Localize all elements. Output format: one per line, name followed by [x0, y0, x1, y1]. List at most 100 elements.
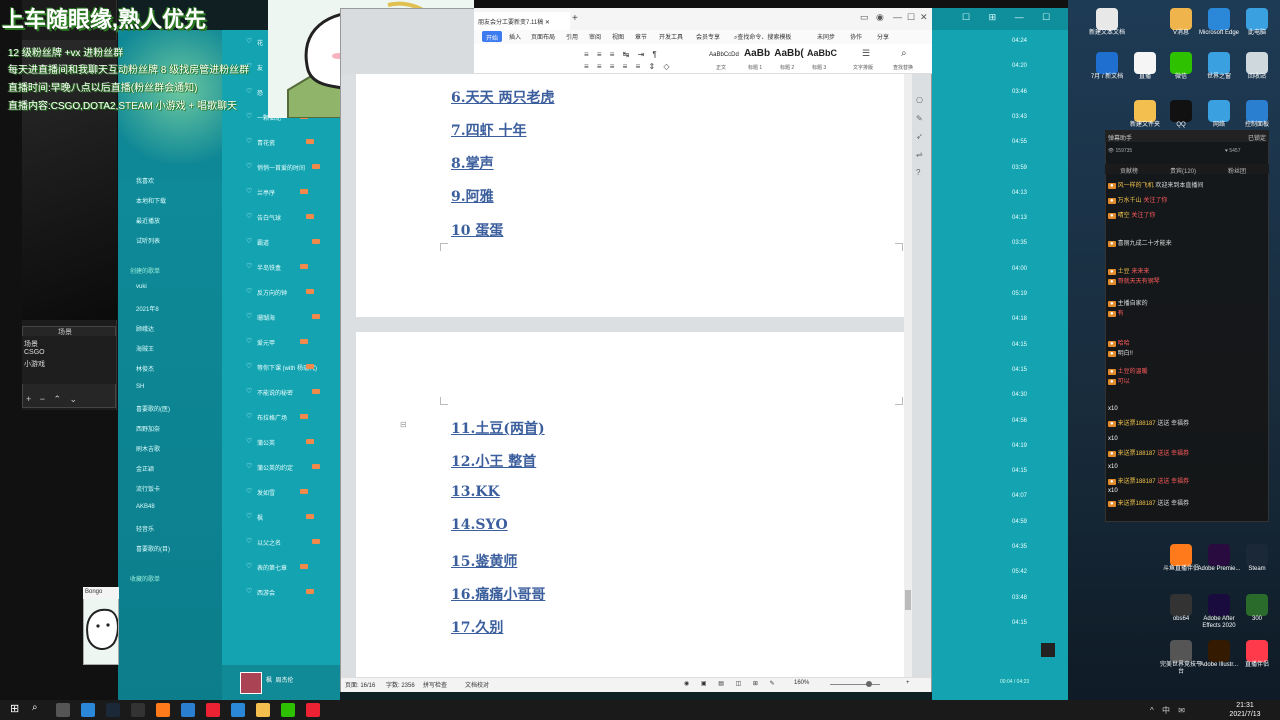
document-text-line[interactable]: 15.鉴黄师 — [451, 551, 517, 571]
document-text-line[interactable]: 13.KK — [451, 484, 500, 500]
music-nav-item[interactable]: 流行饭卡 — [136, 484, 160, 493]
music-nav-item[interactable]: SH — [136, 384, 144, 390]
view-mode-icons[interactable]: ◉ ▣ ▤ ◫ ⊞ ✎ — [684, 680, 780, 687]
mini-window-title[interactable]: Bongo — [83, 587, 119, 599]
taskbar-app-icon[interactable] — [256, 703, 270, 717]
document-text-line[interactable]: 8.掌声 — [451, 153, 494, 173]
list-format-icons[interactable]: ≡ ≡ ≡ ↹ ⇥ ¶ — [584, 50, 660, 59]
align-icons[interactable]: ≡ ≡ ≡ ≡ ≡ ⇕ ◇ — [584, 62, 673, 71]
heart-icon[interactable]: ♡ — [246, 187, 252, 195]
document-text-line[interactable]: 12.小王 整首 — [451, 451, 536, 471]
album-cover[interactable] — [240, 672, 262, 694]
song-title[interactable]: 兰亭序 — [257, 188, 275, 197]
desktop-icon[interactable]: 回收站 — [1235, 52, 1279, 81]
chat-message[interactable]: ● 来送票188187 送送 幸福券 — [1108, 476, 1189, 485]
start-icon[interactable]: ⊞ — [10, 702, 19, 715]
heart-icon[interactable]: ♡ — [246, 462, 252, 470]
sidebar-tool-icon[interactable]: ⎔ — [916, 96, 923, 105]
music-nav-item[interactable]: 本地和下载 — [136, 196, 166, 205]
tab-fan-club[interactable]: 粉丝团 — [1228, 166, 1246, 175]
obs-scene-item[interactable]: 场景 — [24, 339, 38, 349]
text-layout-button[interactable]: 文字排版 — [853, 64, 873, 71]
music-nav-item[interactable]: 收藏的歌单 — [130, 574, 160, 583]
paragraph-handle-icon[interactable]: ⊟ — [400, 420, 407, 429]
menu-tab-review[interactable]: 审阅 — [589, 32, 601, 41]
song-title[interactable]: 花 — [257, 38, 263, 47]
chat-username[interactable]: 来送票188187 — [1118, 501, 1156, 507]
taskbar-app-icon[interactable] — [106, 703, 120, 717]
search-icon[interactable]: ⌕ — [32, 702, 38, 713]
menu-tab-section[interactable]: 章节 — [635, 32, 647, 41]
collaborate-button[interactable]: 协作 — [850, 32, 862, 41]
music-nav-item[interactable]: 轻音乐 — [136, 524, 154, 533]
heart-icon[interactable]: ♡ — [246, 512, 252, 520]
menu-tab-layout[interactable]: 页面布局 — [531, 32, 555, 41]
close-tab-icon[interactable]: ✕ — [545, 20, 550, 26]
chat-username[interactable]: 晴空 — [1118, 213, 1130, 219]
chat-username[interactable]: 土豆 — [1118, 269, 1130, 275]
menu-tab-insert[interactable]: 插入 — [509, 32, 521, 41]
system-tray[interactable]: ^ 中 ✉ — [1150, 705, 1188, 716]
chat-message[interactable]: ● 风一样的飞机 欢迎来到本直播间 — [1108, 180, 1203, 189]
sync-status[interactable]: 未同步 — [817, 32, 835, 41]
song-title[interactable]: 恐 — [257, 88, 263, 97]
chat-message[interactable]: ● 哈哈 — [1108, 338, 1130, 347]
heart-icon[interactable]: ♡ — [246, 537, 252, 545]
edit-tool-icon[interactable]: ✎ — [916, 114, 923, 123]
taskbar-app-icon[interactable] — [156, 703, 170, 717]
chat-message[interactable]: ● 来送票188187 送送 幸福券 — [1108, 498, 1189, 507]
taskbar-app-icon[interactable] — [306, 703, 320, 717]
desktop-icon[interactable]: 新建文本文档 — [1085, 8, 1129, 37]
song-title[interactable]: 半岛铁盒 — [257, 263, 281, 272]
heart-icon[interactable]: ♡ — [246, 337, 252, 345]
proofread-button[interactable]: 文档校对 — [465, 680, 489, 689]
heart-icon[interactable]: ♡ — [246, 137, 252, 145]
heart-icon[interactable]: ♡ — [246, 37, 252, 45]
heart-icon[interactable]: ♡ — [246, 87, 252, 95]
song-title[interactable]: 友 — [257, 63, 263, 72]
song-title[interactable]: 不能说的秘密 — [257, 388, 293, 397]
document-text-line[interactable]: 17.久别 — [451, 617, 503, 637]
document-text-line[interactable]: 9.阿雅 — [451, 186, 494, 206]
chat-message[interactable]: ● 来送票188187 送送 幸福券 — [1108, 418, 1189, 427]
heart-icon[interactable]: ♡ — [246, 162, 252, 170]
chat-username[interactable]: 万水千山 — [1118, 198, 1142, 204]
music-nav-item[interactable]: 林俊杰 — [136, 364, 154, 373]
spell-check-button[interactable]: 拼写检查 — [423, 680, 447, 689]
music-nav-item[interactable]: 喜要歌的(医) — [136, 404, 170, 413]
obs-scene-item[interactable]: CSGO — [24, 349, 45, 356]
tab-vip[interactable]: 贵宾(120) — [1170, 166, 1196, 175]
music-nav-item[interactable]: 试听列表 — [136, 236, 160, 245]
heart-icon[interactable]: ♡ — [246, 387, 252, 395]
chat-message[interactable]: ● 喜丽九成二十才能来 — [1108, 238, 1172, 247]
zoom-in-icon[interactable]: + — [906, 680, 910, 686]
music-nav-item[interactable]: 刷木吉歌 — [136, 444, 160, 453]
command-search[interactable]: ⌕查找命令、搜索模板 — [734, 32, 791, 42]
music-nav-item[interactable]: 创建的歌单 — [130, 266, 160, 275]
desktop-icon[interactable]: 此电脑 — [1235, 8, 1279, 37]
new-tab-icon[interactable]: + — [572, 13, 578, 24]
song-title[interactable]: 表的第七章 — [257, 563, 287, 572]
desktop-icon[interactable]: Steam — [1235, 544, 1279, 573]
document-text-line[interactable]: 11.土豆(两首) — [451, 418, 545, 438]
song-title[interactable]: 蒲公英 — [257, 438, 275, 447]
close-icon[interactable]: ✕ — [920, 12, 928, 23]
avatar-icon[interactable]: ◉ — [876, 12, 884, 23]
chat-message[interactable]: ● 有 — [1108, 308, 1124, 317]
music-queue-icon[interactable] — [1041, 643, 1055, 657]
clock[interactable]: 21:31 2021/7/13 — [1225, 701, 1265, 719]
heart-icon[interactable]: ♡ — [246, 437, 252, 445]
taskbar-app-icon[interactable] — [181, 703, 195, 717]
music-nav-item[interactable]: 西野加奈 — [136, 424, 160, 433]
heart-icon[interactable]: ♡ — [246, 212, 252, 220]
music-nav-item[interactable]: 2021年8 — [136, 304, 159, 313]
song-title[interactable]: 爱元甲 — [257, 338, 275, 347]
document-text-line[interactable]: 16.痛痛小哥哥 — [451, 584, 545, 604]
menu-tab-start[interactable]: 开始 — [482, 31, 502, 42]
menu-tab-member[interactable]: 会员专享 — [696, 32, 720, 41]
document-page[interactable] — [356, 74, 904, 317]
taskbar-app-icon[interactable] — [56, 703, 70, 717]
heart-icon[interactable]: ♡ — [246, 262, 252, 270]
song-title[interactable]: 悄悄一首爱的时间 — [257, 163, 305, 172]
taskbar-app-icon[interactable] — [231, 703, 245, 717]
